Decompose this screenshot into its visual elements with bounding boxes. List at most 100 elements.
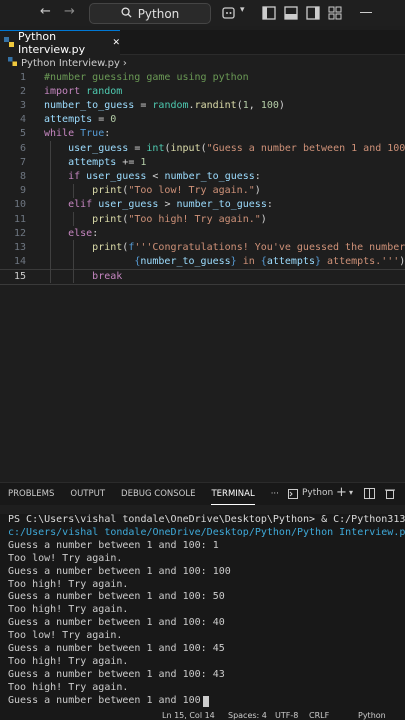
code-line[interactable]: 7 attempts += 1 (0, 155, 405, 169)
code-line[interactable]: 15 break (0, 268, 405, 285)
terminal-line: PS C:\Users\vishal tondale\OneDrive\Desk… (8, 514, 405, 525)
code-line[interactable]: 6 user_guess = int(input("Guess a number… (0, 141, 405, 155)
code-line[interactable]: 13 print(f'''Congratulations! You've gue… (0, 240, 405, 254)
code-line[interactable]: 5 while True: (0, 127, 405, 141)
tab-problems[interactable]: PROBLEMS (8, 489, 54, 499)
code-editor[interactable]: 1 #number guessing game using python 2 impo… (0, 70, 405, 480)
indent-setting[interactable]: Spaces: 4 (228, 712, 267, 720)
breadcrumb-file[interactable]: Python Interview.py (21, 58, 120, 69)
terminal-output[interactable]: PS C:\Users\vishal tondale\OneDrive\Desk… (0, 514, 405, 714)
python-file-icon (8, 57, 17, 69)
customize-layout-icon[interactable] (328, 5, 342, 24)
language-mode[interactable]: Python (358, 712, 386, 720)
code-line[interactable]: 1 #number guessing game using python (0, 70, 405, 84)
code-text[interactable]: {number_to_guess} in {attempts} attempts… (44, 256, 405, 267)
code-line[interactable]: 4 attempts = 0 (0, 113, 405, 127)
terminal-line: Guess a number between 1 and 100: 50 (8, 591, 225, 603)
terminal-line: c:/Users/vishal tondale/OneDrive/Desktop… (8, 526, 405, 538)
chevron-right-icon: › (122, 57, 127, 69)
code-text[interactable]: attempts = 0 (44, 114, 116, 125)
code-text[interactable]: number_to_guess = random.randint(1, 100) (44, 100, 285, 111)
line-number: 7 (19, 156, 26, 168)
chevron-down-icon[interactable]: ▾ (240, 5, 245, 15)
line-ending[interactable]: CRLF (309, 712, 329, 720)
tab-output[interactable]: OUTPUT (70, 489, 105, 499)
code-line[interactable]: 2 import random (0, 84, 405, 98)
code-line[interactable]: 12 else: (0, 226, 405, 240)
tab-debug-console[interactable]: DEBUG CONSOLE (121, 489, 195, 499)
code-text[interactable]: print("Too low! Try again.") (44, 185, 261, 196)
editor-tabs: Python Interview.py ✕ (0, 30, 405, 56)
code-text[interactable]: user_guess = int(input("Guess a number b… (44, 143, 405, 154)
back-arrow-icon[interactable]: ← (40, 4, 51, 19)
code-text[interactable]: if user_guess < number_to_guess: (44, 171, 261, 182)
command-search[interactable]: Python (89, 3, 211, 24)
terminal-line: Guess a number between 1 and 100: 1 (8, 539, 219, 551)
code-text[interactable]: import random (44, 86, 122, 97)
code-text[interactable]: print("Too high! Try again.") (44, 214, 267, 225)
terminal-shell-icon (288, 489, 298, 502)
title-bar: ← → Python ▾ (0, 0, 405, 26)
close-icon[interactable]: ✕ (112, 38, 120, 48)
line-number: 2 (19, 85, 26, 97)
terminal-line: Guess a number between 1 and 100: 45 (8, 643, 225, 654)
python-file-icon (4, 36, 14, 50)
layout-sidebar-left-icon[interactable] (262, 5, 276, 24)
tab-python-interview[interactable]: Python Interview.py ✕ (0, 30, 120, 56)
indent-guide (73, 183, 74, 198)
line-number: 1 (19, 71, 26, 83)
split-terminal-icon[interactable] (364, 488, 375, 502)
line-number: 5 (19, 128, 26, 140)
line-number: 8 (19, 170, 26, 182)
terminal-line: Guess a number between 1 and 100: (8, 694, 213, 706)
code-line[interactable]: 8 if user_guess < number_to_guess: (0, 169, 405, 183)
tab-terminal[interactable]: TERMINAL (211, 489, 255, 505)
indent-guide (73, 212, 74, 227)
code-text[interactable]: break (44, 271, 122, 282)
code-line[interactable]: 3 number_to_guess = random.randint(1, 100… (0, 98, 405, 112)
tab-label: Python Interview.py (18, 30, 86, 56)
code-line[interactable]: 10 elif user_guess > number_to_guess: (0, 198, 405, 212)
terminal-shell-label[interactable]: Python (302, 488, 333, 498)
status-bar: Ln 15, Col 14 Spaces: 4 UTF-8 CRLF Pytho… (0, 712, 405, 720)
code-line[interactable]: 11 print("Too high! Try again.") (0, 212, 405, 226)
layout-sidebar-right-icon[interactable] (306, 5, 320, 24)
code-line[interactable]: 14 {number_to_guess} in {attempts} attem… (0, 255, 405, 269)
chevron-down-icon[interactable]: ▾ (349, 488, 353, 497)
terminal-line: Guess a number between 1 and 100: 43 (8, 668, 225, 680)
code-text[interactable]: elif user_guess > number_to_guess: (44, 199, 273, 210)
copilot-icon[interactable] (222, 5, 238, 24)
new-terminal-icon[interactable]: + (336, 485, 347, 500)
line-number: 15 (13, 271, 26, 283)
terminal-line: Too low! Try again. (8, 552, 123, 564)
cursor-position[interactable]: Ln 15, Col 14 (162, 712, 215, 720)
line-number: 6 (19, 142, 26, 154)
code-text[interactable]: else: (44, 228, 98, 239)
line-number: 10 (13, 199, 26, 211)
encoding[interactable]: UTF-8 (275, 712, 298, 720)
code-line[interactable]: 9 print("Too low! Try again.") (0, 184, 405, 198)
line-number: 13 (13, 241, 26, 253)
terminal-line: Too high! Try again. (8, 655, 129, 667)
layout-panel-icon[interactable] (284, 5, 298, 24)
more-tabs-icon[interactable]: ··· (271, 489, 279, 499)
line-number: 12 (13, 227, 26, 239)
terminal-line: Too high! Try again. (8, 604, 129, 616)
terminal-line: Too high! Try again. (8, 681, 129, 693)
line-number: 11 (13, 213, 26, 225)
terminal-line: Guess a number between 1 and 100: 40 (8, 617, 225, 629)
forward-arrow-icon[interactable]: → (64, 4, 75, 19)
line-number: 14 (13, 256, 26, 268)
code-text[interactable]: #number guessing game using python (44, 72, 249, 83)
code-text[interactable]: attempts += 1 (44, 157, 146, 168)
trash-icon[interactable] (385, 488, 395, 502)
line-number: 9 (19, 185, 26, 197)
code-text[interactable]: while True: (44, 128, 110, 139)
breadcrumb[interactable]: Python Interview.py › (0, 55, 405, 71)
minimize-icon[interactable] (360, 12, 372, 13)
search-icon (121, 6, 132, 21)
line-number: 3 (19, 99, 26, 111)
code-text[interactable]: print(f'''Congratulations! You've guesse… (44, 242, 405, 253)
line-number: 4 (19, 114, 26, 126)
terminal-line: Guess a number between 1 and 100: 100 (8, 565, 231, 577)
